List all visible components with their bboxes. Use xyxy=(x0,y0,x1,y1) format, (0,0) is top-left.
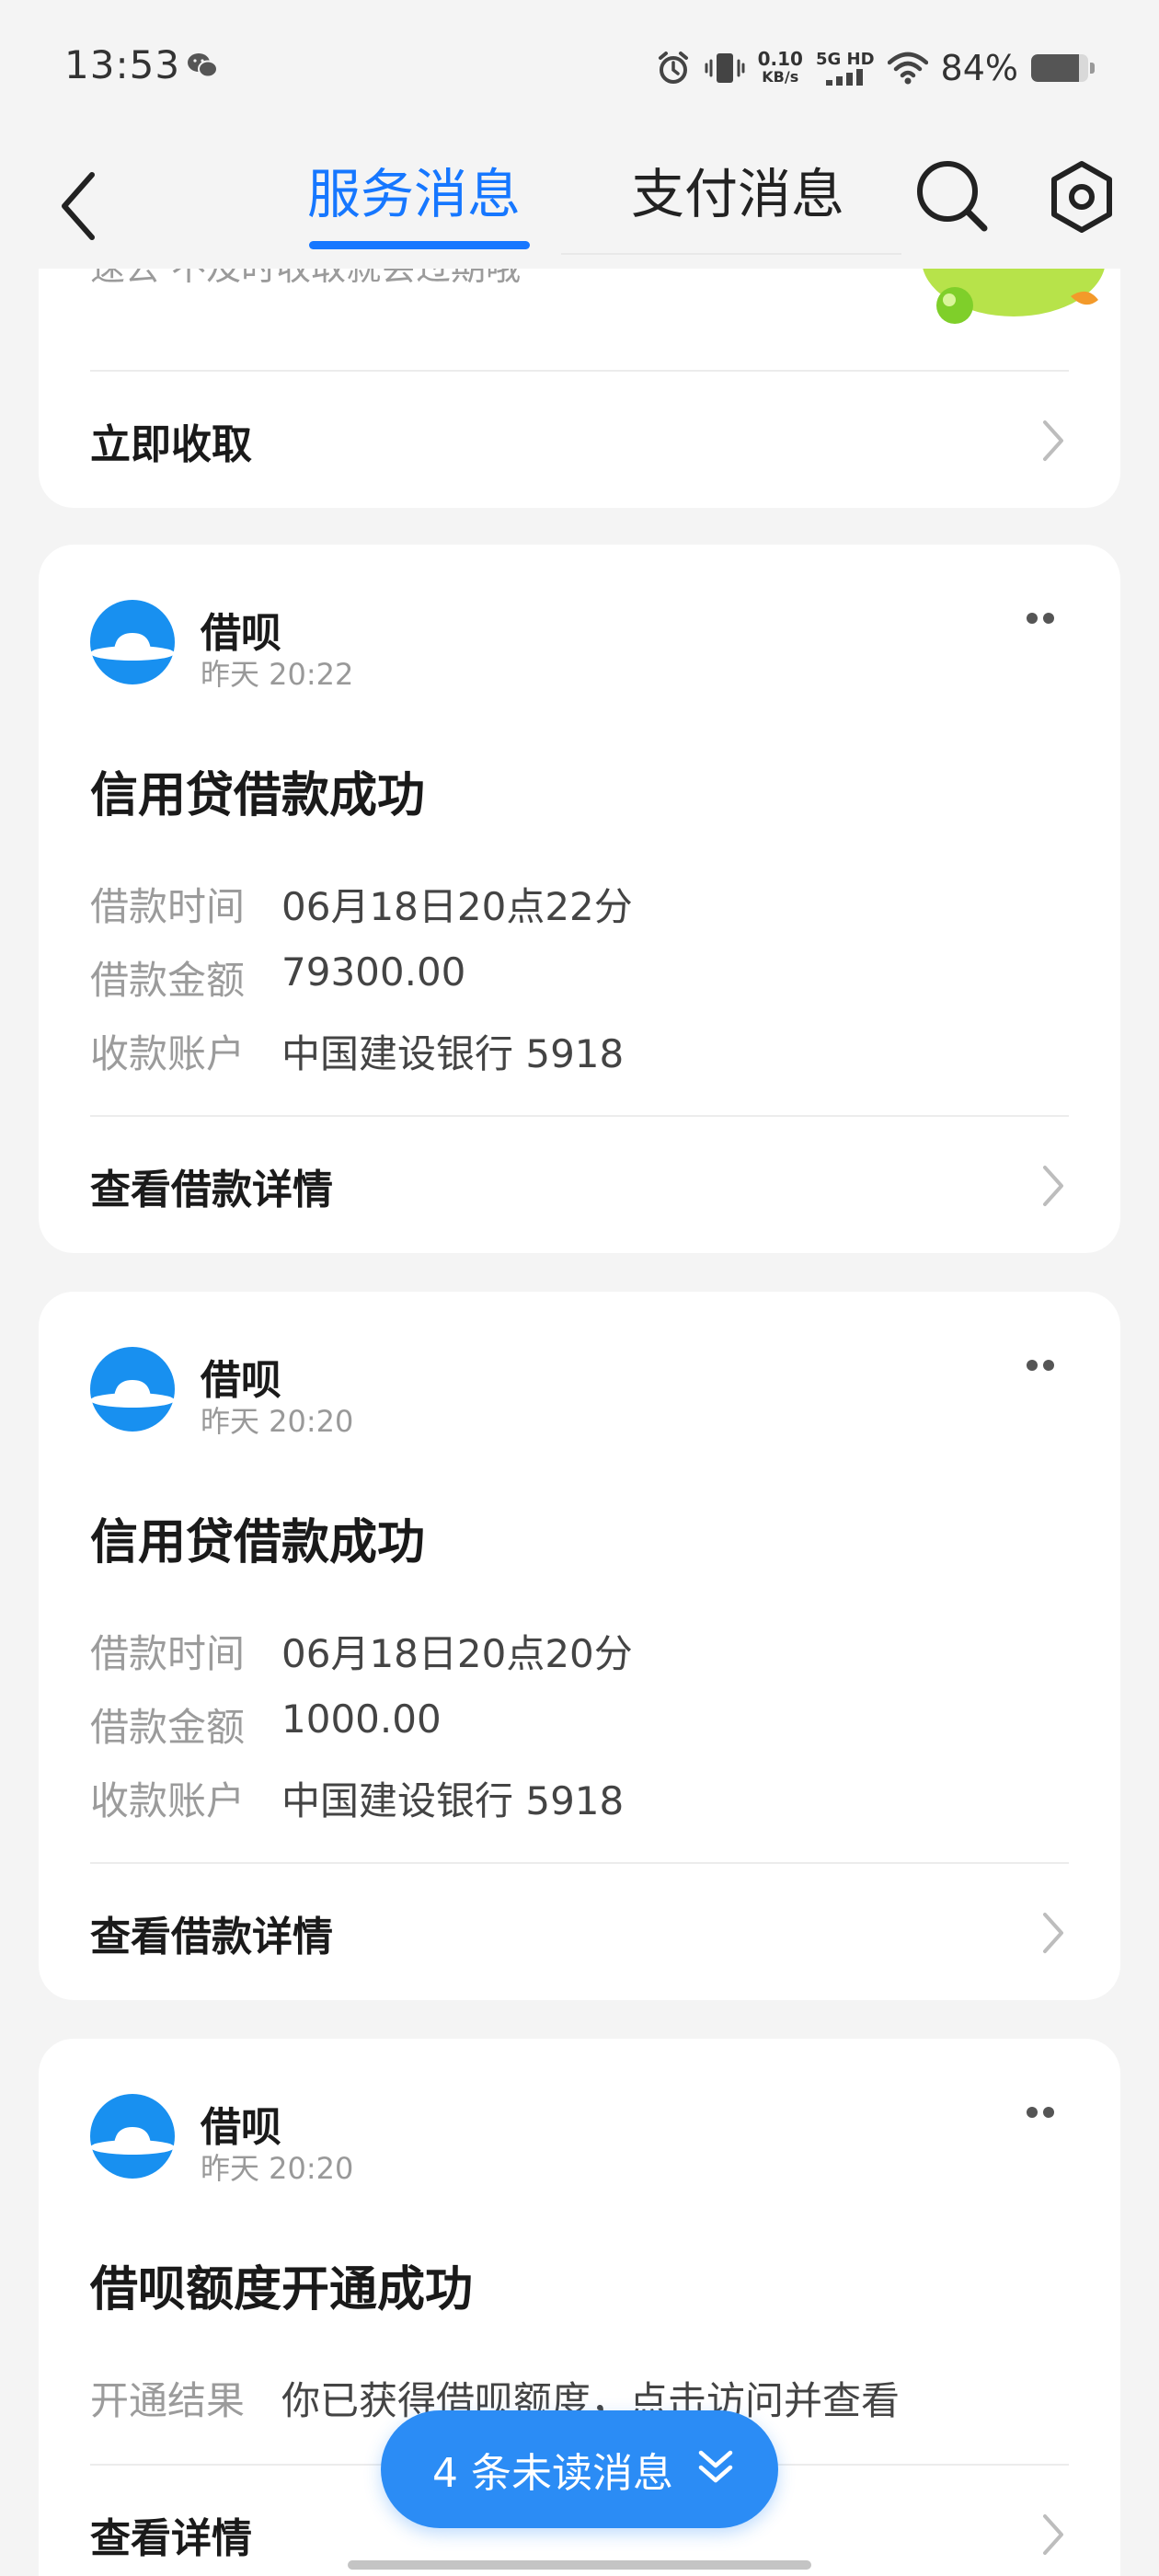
status-right-group: 0.10 KB/s 5G HD 84% xyxy=(655,40,1095,96)
message-time: 昨天 20:20 xyxy=(201,2151,354,2186)
field-value: 中国建设银行 5918 xyxy=(281,1778,625,1823)
double-chevron-down-icon xyxy=(698,2450,733,2483)
field-value: 中国建设银行 5918 xyxy=(281,1031,625,1076)
jiebei-avatar-icon xyxy=(90,2094,175,2179)
field-value: 06月18日20点22分 xyxy=(281,884,633,929)
net-speed-value: 0.10 xyxy=(757,48,803,70)
message-card: 借呗 昨天 20:20 信用贷借款成功 借款时间 06月18日20点20分 借款… xyxy=(39,1292,1120,2000)
view-loan-details-button[interactable]: 查看借款详情 xyxy=(39,1864,1120,2000)
message-card: 借呗 昨天 20:22 信用贷借款成功 借款时间 06月18日20点22分 借款… xyxy=(39,545,1120,1253)
collect-now-button[interactable]: 立即收取 xyxy=(39,372,1120,508)
field-value: 79300.00 xyxy=(281,949,466,995)
message-title: 信用贷借款成功 xyxy=(90,1515,426,1570)
chevron-right-icon xyxy=(1043,1166,1063,1206)
field-value: 1000.00 xyxy=(281,1696,442,1742)
home-indicator[interactable] xyxy=(348,2560,811,2570)
message-title: 信用贷借款成功 xyxy=(90,768,426,823)
energy-collect-card: 速去 不及时收取就会过期哦 立即收取 xyxy=(39,269,1120,508)
message-title: 借呗额度开通成功 xyxy=(90,2262,474,2317)
more-options-icon[interactable] xyxy=(1027,613,1063,627)
collect-now-label: 立即收取 xyxy=(90,421,252,468)
unread-messages-button[interactable]: 4 条未读消息 xyxy=(381,2410,778,2528)
status-time: 13:53 xyxy=(64,42,181,87)
sender-name: 借呗 xyxy=(201,2104,281,2151)
view-loan-details-button[interactable]: 查看借款详情 xyxy=(39,1117,1120,1253)
sender-name: 借呗 xyxy=(201,1357,281,1404)
field-label: 借款金额 xyxy=(90,958,246,1003)
view-loan-details-label: 查看借款详情 xyxy=(90,1914,333,1961)
view-details-label: 查看详情 xyxy=(90,2515,252,2562)
unread-messages-label: 4 条未读消息 xyxy=(432,2450,673,2497)
jiebei-avatar-icon xyxy=(90,1347,175,1432)
message-time: 昨天 20:22 xyxy=(201,657,354,692)
field-value: 06月18日20点20分 xyxy=(281,1631,633,1676)
jiebei-avatar-icon xyxy=(90,600,175,684)
active-tab-indicator xyxy=(309,241,530,249)
wifi-icon xyxy=(887,52,928,85)
field-label: 借款时间 xyxy=(90,884,246,929)
net-speed-unit: KB/s xyxy=(762,68,799,86)
tab-payment-messages[interactable]: 支付消息 xyxy=(631,151,844,228)
field-label: 收款账户 xyxy=(90,1778,246,1823)
chevron-right-icon xyxy=(1043,420,1063,461)
more-options-icon[interactable] xyxy=(1027,2107,1063,2122)
settings-icon[interactable] xyxy=(1045,160,1119,234)
header-divider xyxy=(561,253,901,255)
top-nav: 服务消息 支付消息 xyxy=(0,138,1159,269)
back-icon[interactable] xyxy=(52,158,107,250)
net-speed: 0.10 KB/s xyxy=(758,50,803,86)
card-cut-text: 速去 不及时收取就会过期哦 xyxy=(90,269,521,293)
sender-name: 借呗 xyxy=(201,610,281,657)
field-label: 收款账户 xyxy=(90,1031,246,1076)
vibrate-icon xyxy=(705,53,745,83)
signal-icon xyxy=(825,69,863,86)
field-label: 开通结果 xyxy=(90,2378,246,2423)
battery-icon xyxy=(1031,54,1088,82)
search-icon[interactable] xyxy=(912,156,992,236)
chevron-right-icon xyxy=(1043,2514,1063,2555)
energy-ball-icon xyxy=(923,269,1105,324)
battery-cap xyxy=(1090,63,1095,74)
battery-level xyxy=(1031,54,1080,82)
wechat-icon xyxy=(188,53,218,78)
view-loan-details-label: 查看借款详情 xyxy=(90,1167,333,1213)
message-time: 昨天 20:20 xyxy=(201,1404,354,1439)
field-label: 借款金额 xyxy=(90,1705,246,1750)
status-bar: 13:53 0.10 KB/s 5G HD 84% xyxy=(0,0,1159,138)
field-label: 借款时间 xyxy=(90,1631,246,1676)
battery-percent: 84% xyxy=(940,48,1018,88)
chevron-right-icon xyxy=(1043,1913,1063,1953)
alarm-icon xyxy=(658,52,688,84)
signal-group: 5G HD xyxy=(816,51,875,86)
more-options-icon[interactable] xyxy=(1027,1360,1063,1374)
tab-service-messages[interactable]: 服务消息 xyxy=(307,151,521,228)
network-type: 5G HD xyxy=(815,50,875,69)
